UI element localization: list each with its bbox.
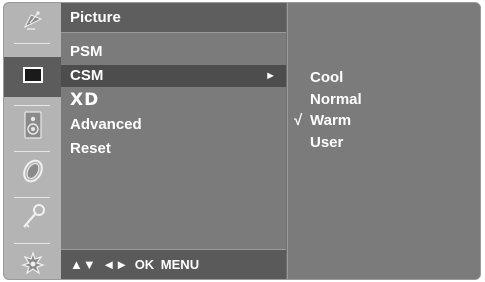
submenu-item-normal[interactable]: Normal <box>288 89 480 110</box>
menu-title: Picture <box>61 3 286 33</box>
picture-menu-panel: Picture PSM CSM ► XD Advanced Reset ▲▼ ◄… <box>61 3 286 279</box>
category-picture[interactable] <box>4 57 61 97</box>
category-station[interactable] <box>4 3 61 43</box>
menu-item-reset[interactable]: Reset <box>61 138 286 160</box>
csm-submenu-panel: Cool Normal √ Warm User <box>287 3 480 279</box>
category-audio[interactable] <box>4 107 61 147</box>
tv-osd-menu: Picture PSM CSM ► XD Advanced Reset ▲▼ ◄… <box>3 2 481 280</box>
key-lock-icon <box>20 203 46 236</box>
check-mark-icon: √ <box>294 112 303 129</box>
submenu-item-user[interactable]: User <box>288 132 480 153</box>
menu-item-xd[interactable]: XD <box>61 89 286 111</box>
menu-item-csm[interactable]: CSM ► <box>61 65 286 87</box>
satellite-dish-icon <box>21 9 45 38</box>
menu-item-psm[interactable]: PSM <box>61 41 286 63</box>
category-rail <box>4 3 62 279</box>
submenu-arrow-icon: ► <box>265 70 276 82</box>
submenu-item-label: User <box>310 134 344 151</box>
category-option[interactable] <box>4 245 61 280</box>
submenu-item-warm[interactable]: √ Warm <box>288 110 480 131</box>
speaker-icon <box>23 110 43 144</box>
menu-item-label: Advanced <box>70 116 142 133</box>
category-time[interactable] <box>4 153 61 193</box>
menu-item-label: PSM <box>70 43 103 60</box>
xd-logo: XD <box>70 90 100 110</box>
picture-screen-icon <box>21 65 45 90</box>
clock-icon <box>20 158 46 189</box>
submenu-item-label: Normal <box>310 91 362 108</box>
submenu-item-label: Warm <box>310 112 352 129</box>
menu-item-advanced[interactable]: Advanced <box>61 114 286 136</box>
submenu-item-label: Cool <box>310 69 344 86</box>
category-lock[interactable] <box>4 199 61 239</box>
navigation-hint-bar: ▲▼ ◄► OK MENU <box>61 249 286 279</box>
submenu-item-cool[interactable]: Cool <box>288 67 480 88</box>
menu-item-label: Reset <box>70 140 111 157</box>
option-gear-icon <box>20 250 46 280</box>
menu-item-label: CSM <box>70 67 104 84</box>
